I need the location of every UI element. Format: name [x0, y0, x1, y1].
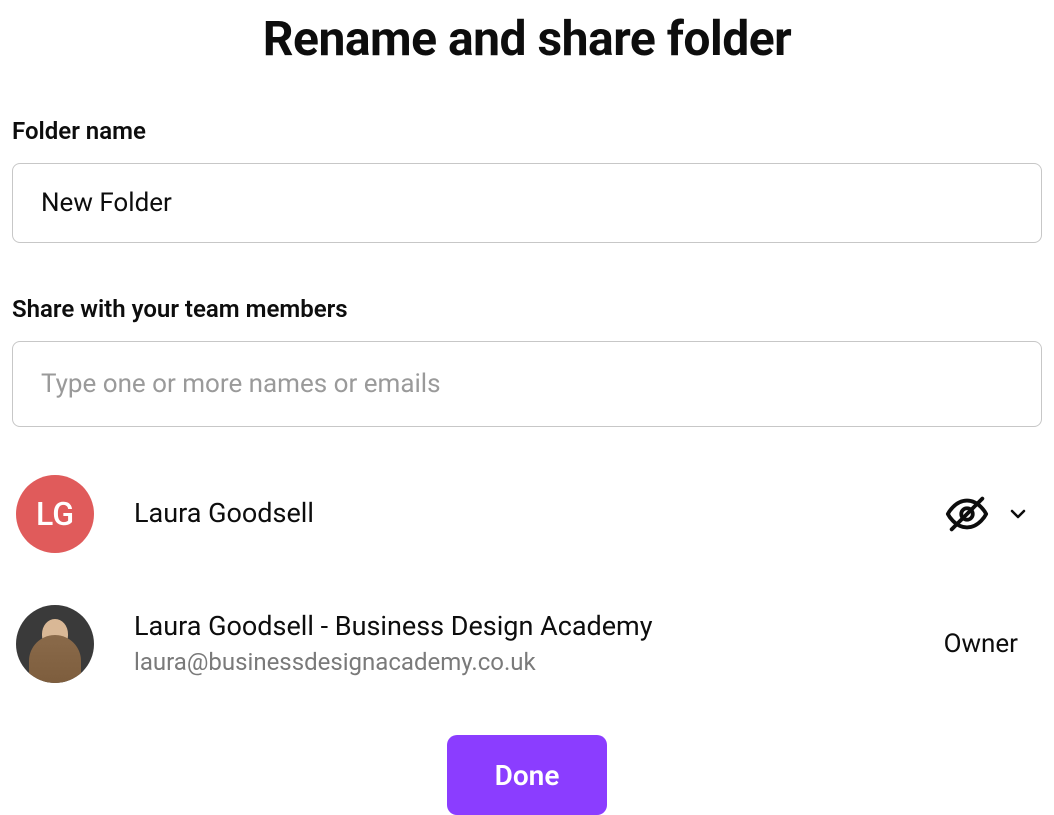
- share-label: Share with your team members: [12, 295, 1042, 323]
- chevron-down-icon: [1006, 502, 1030, 526]
- folder-name-label: Folder name: [12, 117, 1042, 145]
- member-role-label: Owner: [944, 629, 1038, 659]
- share-members-input[interactable]: [12, 341, 1042, 427]
- avatar-photo: [16, 605, 94, 683]
- member-row: Laura Goodsell - Business Design Academy…: [12, 591, 1042, 697]
- eye-off-icon: [944, 491, 990, 537]
- permission-dropdown[interactable]: [944, 491, 1038, 537]
- member-row: LG Laura Goodsell: [12, 461, 1042, 567]
- member-name: Laura Goodsell - Business Design Academy: [134, 609, 944, 644]
- avatar-initials: LG: [16, 475, 94, 553]
- member-email: laura@businessdesignacademy.co.uk: [134, 646, 944, 680]
- dialog-title: Rename and share folder: [12, 10, 1042, 67]
- done-button[interactable]: Done: [447, 735, 607, 815]
- member-name: Laura Goodsell: [134, 496, 944, 531]
- folder-name-input[interactable]: [12, 163, 1042, 243]
